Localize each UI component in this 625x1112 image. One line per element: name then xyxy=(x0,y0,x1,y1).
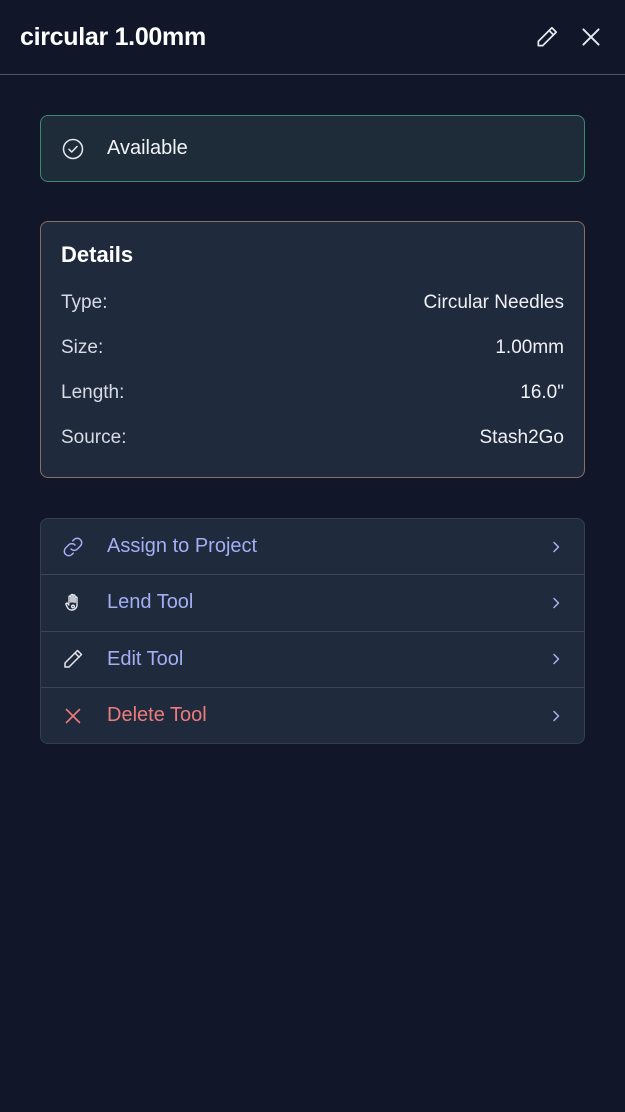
detail-key: Length: xyxy=(61,381,125,403)
detail-value: Stash2Go xyxy=(479,426,565,448)
action-label: Edit Tool xyxy=(107,647,184,670)
detail-value: 1.00mm xyxy=(495,336,564,358)
detail-value: 16.0" xyxy=(520,381,564,403)
details-card: Details Type: Circular Needles Size: 1.0… xyxy=(40,221,585,478)
chevron-right-icon xyxy=(548,595,564,611)
delete-tool-button[interactable]: Delete Tool xyxy=(41,688,584,743)
close-icon xyxy=(582,28,600,46)
action-label: Lend Tool xyxy=(107,591,194,614)
chevron-right-icon xyxy=(548,539,564,555)
edit-button[interactable] xyxy=(533,23,561,51)
details-heading: Details xyxy=(61,242,134,267)
detail-row-length: Length: 16.0" xyxy=(61,370,564,415)
check-circle-icon xyxy=(61,137,85,161)
detail-row-size: Size: 1.00mm xyxy=(61,325,564,370)
pencil-icon xyxy=(61,647,85,671)
header-actions xyxy=(533,23,605,51)
hand-icon xyxy=(61,591,85,615)
assign-to-project-button[interactable]: Assign to Project xyxy=(41,519,584,576)
status-label: Available xyxy=(107,137,188,159)
lend-tool-button[interactable]: Lend Tool xyxy=(41,575,584,632)
pencil-icon xyxy=(537,26,558,47)
close-icon xyxy=(61,704,85,728)
close-button[interactable] xyxy=(577,23,605,51)
detail-key: Type: xyxy=(61,291,108,313)
status-banner: Available xyxy=(40,115,585,182)
actions-list: Assign to Project Lend Tool Edit Tool De… xyxy=(40,518,585,744)
detail-value: Circular Needles xyxy=(423,291,564,313)
chevron-right-icon xyxy=(548,708,564,724)
modal-header: circular 1.00mm xyxy=(0,0,625,75)
link-icon xyxy=(61,535,85,559)
page-title: circular 1.00mm xyxy=(20,22,206,51)
action-label: Assign to Project xyxy=(107,535,258,558)
detail-row-source: Source: Stash2Go xyxy=(61,415,564,460)
action-label: Delete Tool xyxy=(107,704,207,727)
detail-key: Size: xyxy=(61,336,104,358)
chevron-right-icon xyxy=(548,651,564,667)
detail-row-type: Type: Circular Needles xyxy=(61,280,564,325)
detail-key: Source: xyxy=(61,426,127,448)
edit-tool-button[interactable]: Edit Tool xyxy=(41,632,584,688)
